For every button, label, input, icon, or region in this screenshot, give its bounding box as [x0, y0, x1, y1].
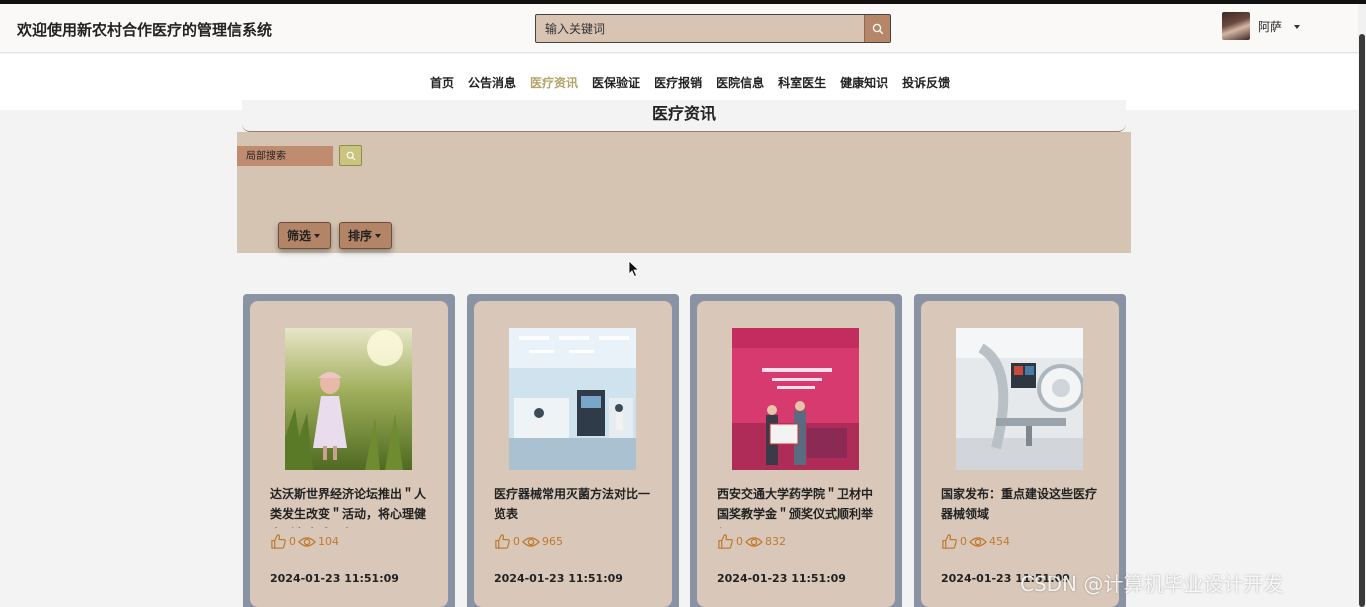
news-card-body: 国家发布：重点建设这些医疗器械领域 0 454 2024-01-23 11:51:09 [921, 301, 1119, 607]
eye-icon [298, 536, 316, 547]
global-search-button[interactable] [864, 15, 890, 42]
search-icon [872, 23, 883, 34]
sort-dropdown-button[interactable]: 排序 [339, 222, 392, 249]
news-card-title[interactable]: 国家发布：重点建设这些医疗器械领域 [941, 484, 1101, 528]
news-card-stats: 0 832 [717, 533, 788, 550]
page-scrollbar-thumb[interactable] [1359, 34, 1365, 607]
thumbs-up-icon[interactable] [941, 533, 958, 550]
section-title: 医疗资讯 [651, 104, 716, 123]
news-card[interactable]: 医疗器械常用灭菌方法对比一览表 0 965 2024-01-23 11:51:09 [467, 294, 679, 607]
eye-icon [745, 536, 763, 547]
news-card-stats: 0 104 [270, 533, 341, 550]
eye-icon [522, 536, 540, 547]
news-card[interactable]: 国家发布：重点建设这些医疗器械领域 0 454 2024-01-23 11:51:09 [914, 294, 1126, 607]
search-icon [346, 151, 355, 160]
news-card-image[interactable] [509, 328, 636, 470]
news-card-image[interactable] [285, 328, 412, 470]
thumbs-up-icon[interactable] [494, 533, 511, 550]
section-title-bar: 医疗资讯 [242, 100, 1126, 132]
local-search-button[interactable] [339, 145, 362, 166]
filter-label: 筛选 [287, 229, 312, 243]
news-card-body: 西安交通大学药学院＂卫材中国奖教学金＂颁奖仪式顺利举行 0 832 2024-01-2… [697, 301, 895, 607]
chevron-down-icon [314, 233, 321, 238]
like-count: 0 [736, 535, 743, 548]
filter-panel: 筛选 排序 [237, 132, 1131, 253]
nav-item[interactable]: 科室医生 [778, 74, 826, 91]
nav-item[interactable]: 医疗报销 [654, 74, 702, 91]
nav-item[interactable]: 公告消息 [468, 74, 516, 91]
nav-items: 首页 公告消息 医疗资讯 医保验证 医疗报销 医院信息 科室医生 健康知识 投诉反馈 [430, 74, 964, 91]
news-card-date: 2024-01-23 11:51:09 [717, 572, 846, 585]
news-card-image[interactable] [956, 328, 1083, 470]
user-avatar[interactable] [1222, 12, 1250, 40]
news-card-image[interactable] [732, 328, 859, 470]
thumbs-up-icon[interactable] [717, 533, 734, 550]
news-card-title[interactable]: 西安交通大学药学院＂卫材中国奖教学金＂颁奖仪式顺利举行 [717, 484, 877, 528]
nav-item[interactable]: 投诉反馈 [902, 74, 950, 91]
sort-label: 排序 [348, 229, 373, 243]
global-search-input[interactable] [536, 15, 864, 42]
news-card-date: 2024-01-23 11:51:09 [494, 572, 623, 585]
nav-item[interactable]: 医保验证 [592, 74, 640, 91]
filter-dropdown-button[interactable]: 筛选 [278, 222, 331, 249]
news-card[interactable]: 达沃斯世界经济论坛推出＂人类发生改变＂活动，将心理健康列为全球要务 0 104 202… [243, 294, 455, 607]
news-card-stats: 0 454 [941, 533, 1012, 550]
local-search-input[interactable] [237, 146, 333, 166]
like-count: 0 [960, 535, 967, 548]
nav-item[interactable]: 医疗资讯 [530, 74, 578, 91]
news-card-stats: 0 965 [494, 533, 565, 550]
nav-item[interactable]: 医院信息 [716, 74, 764, 91]
eye-icon [969, 536, 987, 547]
like-count: 0 [513, 535, 520, 548]
site-header: 欢迎使用新农村合作医疗的管理信系统 阿萨 [0, 4, 1366, 53]
user-menu-caret-icon[interactable] [1294, 25, 1300, 29]
view-count: 454 [989, 535, 1010, 548]
chevron-down-icon [375, 233, 382, 238]
like-count: 0 [289, 535, 296, 548]
news-card-date: 2024-01-23 11:51:09 [270, 572, 399, 585]
nav-item[interactable]: 健康知识 [840, 74, 888, 91]
news-card-title[interactable]: 达沃斯世界经济论坛推出＂人类发生改变＂活动，将心理健康列为全球要务 [270, 484, 430, 528]
site-title: 欢迎使用新农村合作医疗的管理信系统 [17, 21, 273, 39]
thumbs-up-icon[interactable] [270, 533, 287, 550]
global-search-box [535, 14, 891, 43]
view-count: 965 [542, 535, 563, 548]
view-count: 104 [318, 535, 339, 548]
watermark: CSDN @计算机毕业设计开发 [1020, 572, 1284, 596]
nav-item[interactable]: 首页 [430, 74, 454, 91]
news-card-body: 达沃斯世界经济论坛推出＂人类发生改变＂活动，将心理健康列为全球要务 0 104 202… [250, 301, 448, 607]
news-card[interactable]: 西安交通大学药学院＂卫材中国奖教学金＂颁奖仪式顺利举行 0 832 2024-01-2… [690, 294, 902, 607]
view-count: 832 [765, 535, 786, 548]
mouse-cursor-icon [628, 260, 640, 278]
user-name[interactable]: 阿萨 [1258, 18, 1282, 35]
news-card-body: 医疗器械常用灭菌方法对比一览表 0 965 2024-01-23 11:51:09 [474, 301, 672, 607]
news-card-title[interactable]: 医疗器械常用灭菌方法对比一览表 [494, 484, 654, 528]
